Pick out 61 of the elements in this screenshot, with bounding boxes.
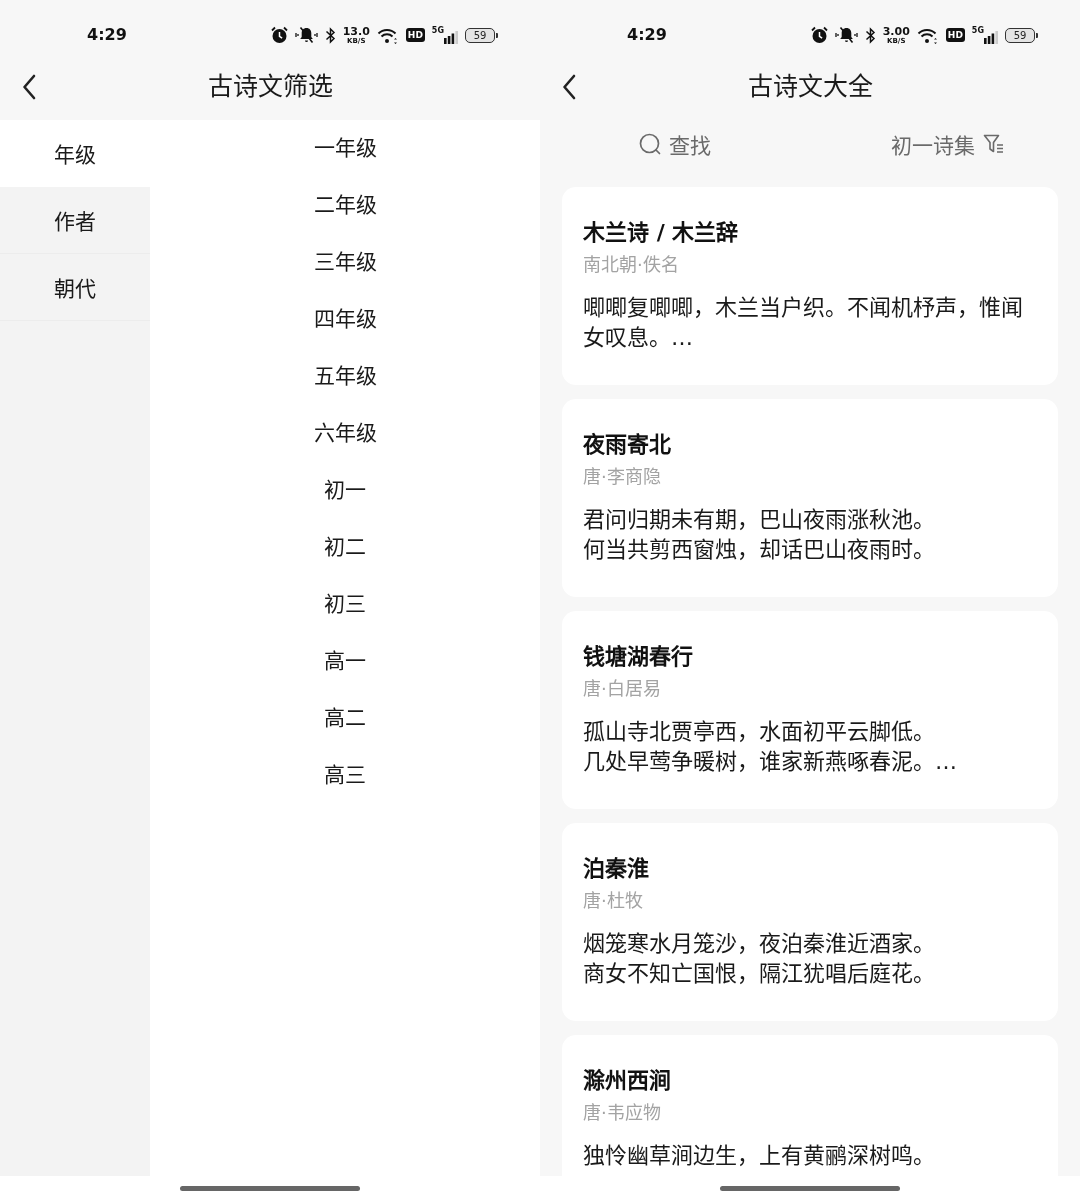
status-time: 4:29 (627, 25, 667, 45)
screen-title: 古诗文大全 (747, 71, 873, 103)
grade-option[interactable]: 四年级 (307, 291, 383, 348)
grade-option[interactable]: 高三 (318, 747, 372, 804)
screen-title: 古诗文筛选 (207, 71, 333, 103)
poem-card[interactable]: 钱塘湖春行 唐·白居易 孤山寺北贾亭西，水面初平云脚低。 几处早莺争暖树，谁家新燕啄春泥。… (562, 611, 1058, 809)
category-tab[interactable]: 年级 (0, 120, 150, 187)
poem-source: 唐·李商隐 (583, 465, 662, 489)
wifi-icon (376, 26, 399, 44)
wifi-icon (916, 26, 939, 44)
alarm-icon (270, 26, 288, 44)
hd-badge: HD (945, 28, 965, 42)
muted-bell-icon (834, 26, 858, 44)
poem-card[interactable]: 木兰诗 / 木兰辞 南北朝·佚名 唧唧复唧唧，木兰当户织。不闻机杼声，惟闻女叹息。… (562, 187, 1058, 385)
grade-option[interactable]: 一年级 (307, 120, 383, 177)
network-type: 5G (971, 26, 984, 35)
signal-bars-icon (444, 31, 458, 44)
poem-card[interactable]: 滁州西涧 唐·韦应物 独怜幽草涧边生，上有黄鹂深树鸣。 (562, 1035, 1058, 1176)
grade-option[interactable]: 初一 (318, 462, 372, 519)
poem-excerpt: 烟笼寒水月笼沙，夜泊秦淮近酒家。 商女不知亡国恨，隔江犹唱后庭花。 (583, 930, 936, 988)
poem-excerpt: 君问归期未有期，巴山夜雨涨秋池。 何当共剪西窗烛，却话巴山夜雨时。 (583, 506, 936, 564)
network-speed-value: 13.0 (342, 25, 370, 37)
poem-source: 唐·韦应物 (583, 1101, 662, 1125)
status-time: 4:29 (87, 25, 127, 45)
search-button[interactable]: 查找 (639, 129, 711, 159)
signal-bars-icon (984, 31, 998, 44)
grade-option[interactable]: 三年级 (307, 234, 383, 291)
poem-title: 钱塘湖春行 (583, 643, 694, 671)
grade-option[interactable]: 六年级 (307, 405, 383, 462)
poem-title: 木兰诗 / 木兰辞 (583, 219, 740, 247)
poem-title: 夜雨寄北 (583, 431, 672, 459)
muted-bell-icon (294, 26, 318, 44)
search-icon (639, 133, 661, 155)
alarm-icon (810, 26, 828, 44)
grade-option[interactable]: 初二 (318, 519, 372, 576)
grade-option[interactable]: 高一 (318, 633, 372, 690)
back-icon[interactable] (22, 74, 36, 100)
poem-title: 滁州西涧 (583, 1067, 672, 1095)
grade-option[interactable]: 五年级 (307, 348, 383, 405)
bluetooth-icon (324, 26, 336, 44)
poem-card[interactable]: 泊秦淮 唐·杜牧 烟笼寒水月笼沙，夜泊秦淮近酒家。 商女不知亡国恨，隔江犹唱后庭花。 (562, 823, 1058, 1021)
grade-option[interactable]: 高二 (318, 690, 372, 747)
bluetooth-icon (864, 26, 876, 44)
network-speed-value: 3.00 (882, 25, 910, 37)
grade-option[interactable]: 初三 (318, 576, 372, 633)
poem-source: 唐·白居易 (583, 677, 662, 701)
poem-source: 南北朝·佚名 (583, 253, 680, 277)
network-type: 5G (431, 26, 444, 35)
hd-badge: HD (405, 28, 425, 42)
battery-indicator: 59 (465, 27, 498, 43)
poem-excerpt: 独怜幽草涧边生，上有黄鹂深树鸣。 (583, 1142, 936, 1170)
poem-title: 泊秦淮 (583, 855, 650, 883)
poem-excerpt: 唧唧复唧唧，木兰当户织。不闻机杼声，惟闻女叹息。… (583, 294, 1024, 352)
battery-indicator: 59 (1005, 27, 1038, 43)
poem-card[interactable]: 夜雨寄北 唐·李商隐 君问归期未有期，巴山夜雨涨秋池。 何当共剪西窗烛，却话巴山夜雨时。 (562, 399, 1058, 597)
filter-icon (983, 133, 1004, 155)
collection-filter-button[interactable]: 初一诗集 (891, 129, 1004, 159)
poem-source: 唐·杜牧 (583, 889, 644, 913)
grade-option[interactable]: 二年级 (307, 177, 383, 234)
back-icon[interactable] (562, 74, 576, 100)
poem-excerpt: 孤山寺北贾亭西，水面初平云脚低。 几处早莺争暖树，谁家新燕啄春泥。… (583, 718, 958, 776)
